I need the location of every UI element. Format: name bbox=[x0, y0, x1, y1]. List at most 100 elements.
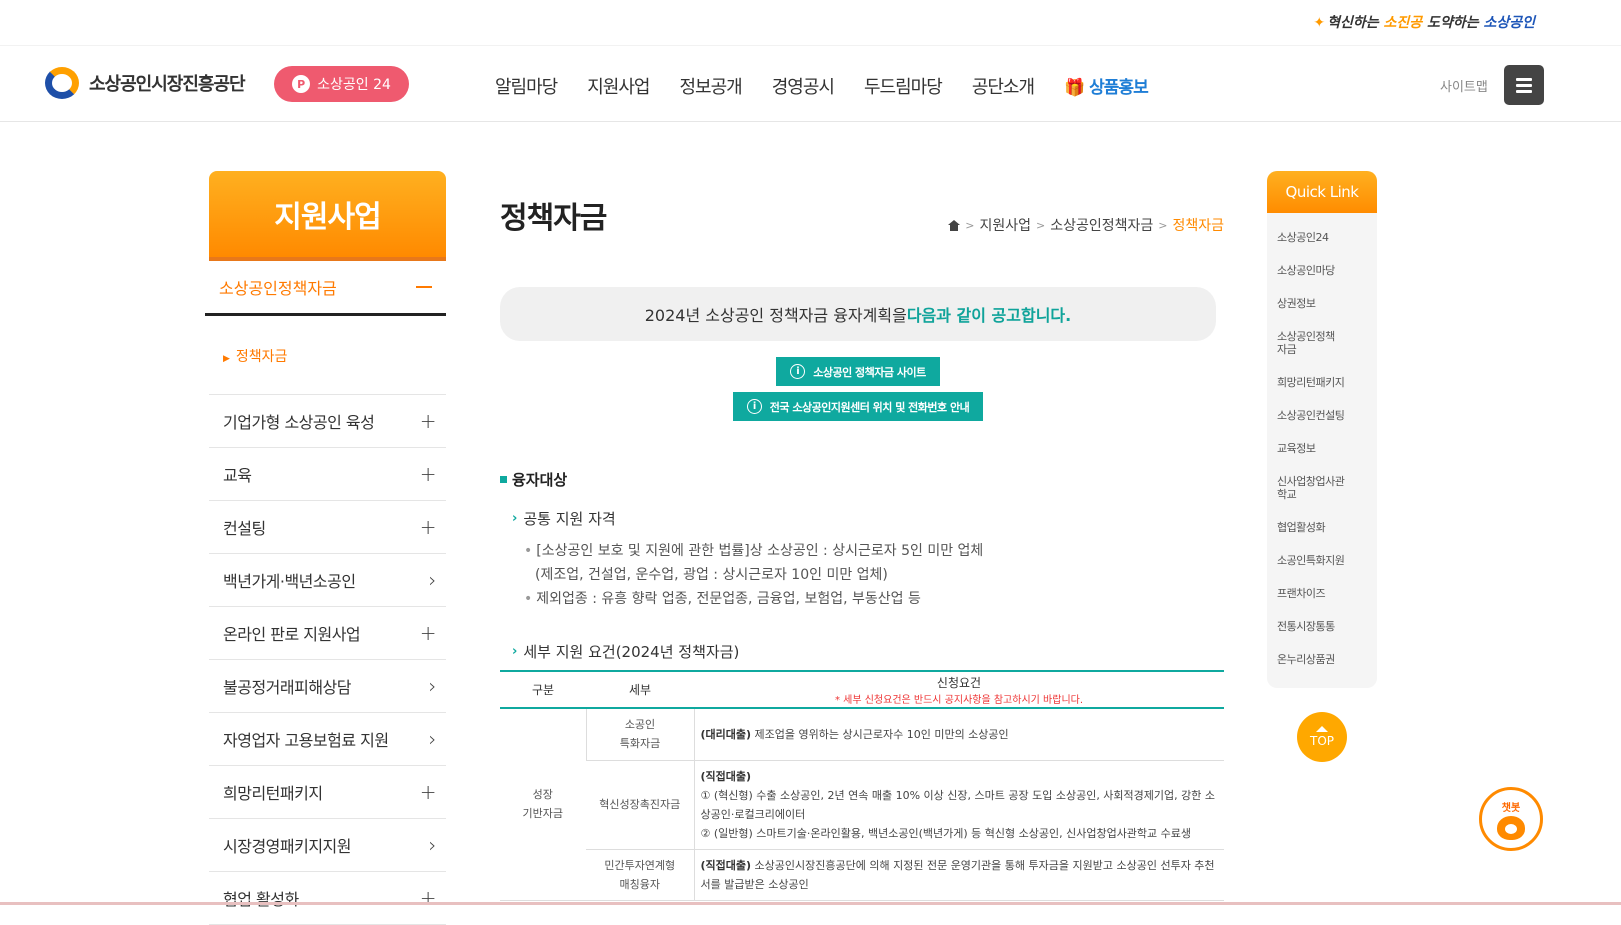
scroll-top-button[interactable]: TOP bbox=[1297, 712, 1347, 762]
bullet-cont: (제조업, 건설업, 운수업, 광업 : 상시근로자 10인 미만 업체) bbox=[535, 567, 888, 583]
sub-title-text: 공통 지원 자격 bbox=[523, 510, 616, 528]
center-location-button[interactable]: i 전국 소상공인지원센터 위치 및 전화번호 안내 bbox=[732, 392, 984, 421]
side-nav-item[interactable]: 희망리턴패키지 + bbox=[209, 766, 446, 819]
plus-icon: + bbox=[419, 462, 437, 486]
breadcrumb-item[interactable]: 소상공인정책자금 bbox=[1050, 215, 1153, 235]
notice-text: 2024년 소상공인 정책자금 융자계획을 bbox=[644, 306, 907, 325]
quick-link-item[interactable]: 상권정보 bbox=[1277, 287, 1367, 320]
table-cell-desc: (직접대출) 소상공인시장진흥공단에 의해 지정된 전문 운영기관을 통해 투자… bbox=[693, 849, 1224, 901]
desc-text: ② (일반형) 스마트기술·온라인활용, 백년소공인(백년가게) 등 혁신형 소… bbox=[700, 826, 1192, 840]
chatbot-label: 챗봇 bbox=[1501, 802, 1521, 814]
notice-banner: 2024년 소상공인 정책자금 융자계획을 다음과 같이 공고합니다. bbox=[500, 287, 1216, 341]
logo-mark-icon bbox=[43, 66, 83, 100]
chevron-right-icon: › bbox=[512, 644, 518, 659]
bullet-item: • 제외업종 : 유흥 향락 업종, 전문업종, 금융업, 보험업, 부동산업 등 bbox=[524, 591, 921, 607]
quick-link-item[interactable]: 협업활성화 bbox=[1277, 511, 1367, 544]
side-nav-item[interactable]: 협업 활성화 + bbox=[209, 872, 446, 925]
side-nav-item-label: 자영업자 고용보험료 지원 bbox=[223, 731, 389, 750]
chevron-right-icon: > bbox=[1035, 218, 1046, 232]
plus-icon: + bbox=[419, 780, 437, 804]
gift-icon: 🎁 bbox=[1064, 78, 1085, 98]
quick-link-item[interactable]: 전통시장통통 bbox=[1277, 610, 1367, 643]
desc-tag: (직접대출) bbox=[700, 769, 752, 783]
button-label: 전국 소상공인지원센터 위치 및 전화번호 안내 bbox=[769, 400, 970, 414]
quick-link-item[interactable]: 소상공인마당 bbox=[1277, 254, 1367, 287]
nav-item-promo[interactable]: 🎁 상품홍보 bbox=[1064, 73, 1149, 99]
slogan-part: 소상공인 bbox=[1483, 15, 1535, 31]
site-header: 소상공인시장진흥공단 P 소상공인 24 알림마당 지원사업 정보공개 경영공시… bbox=[0, 46, 1621, 122]
slogan-part: 혁신하는 bbox=[1327, 15, 1384, 31]
nav-item[interactable]: 경영공시 bbox=[772, 73, 835, 99]
main-content: 정책자금 > 지원사업 > 소상공인정책자금 > 정책자금 2024년 소상공인… bbox=[500, 171, 1224, 901]
slogan-part: 도약하는 bbox=[1422, 15, 1484, 31]
header-warning: * 세부 신청요건은 반드시 공지사항을 참고하시기 바랍니다. bbox=[834, 694, 1084, 706]
quick-link-item[interactable]: 소공인특화지원 bbox=[1277, 544, 1367, 577]
table-row: 민간투자연계형 매칭융자 (직접대출) 소상공인시장진흥공단에 의해 지정된 전… bbox=[500, 849, 1224, 901]
sitemap-link[interactable]: 사이트맵 bbox=[1440, 76, 1488, 95]
header-text: 신청요건 bbox=[936, 675, 982, 690]
top-bar: ✦ 혁신하는 소진공 도약하는 소상공인 bbox=[0, 0, 1621, 46]
side-nav-item[interactable]: 컨설팅 + bbox=[209, 501, 446, 554]
policy-fund-site-button[interactable]: i 소상공인 정책자금 사이트 bbox=[776, 357, 940, 386]
sos24-button[interactable]: P 소상공인 24 bbox=[274, 66, 409, 102]
quick-link-item[interactable]: 소상공인24 bbox=[1277, 221, 1367, 254]
home-icon[interactable] bbox=[948, 219, 961, 231]
side-nav-active-item[interactable]: 소상공인정책자금 bbox=[205, 261, 446, 316]
triangle-right-icon: ▶ bbox=[223, 354, 230, 364]
quick-link-title: Quick Link bbox=[1267, 171, 1377, 213]
nav-item[interactable]: 두드림마당 bbox=[864, 73, 943, 99]
promo-label: 상품홍보 bbox=[1089, 78, 1149, 98]
column-header: 세부 bbox=[586, 670, 694, 709]
site-logo[interactable]: 소상공인시장진흥공단 bbox=[43, 66, 246, 100]
side-nav-sub-label: 정책자금 bbox=[235, 349, 288, 365]
hamburger-menu-icon[interactable] bbox=[1504, 65, 1544, 105]
sub-title: › 세부 지원 요건(2024년 정책자금) bbox=[512, 641, 1224, 662]
breadcrumb-current: 정책자금 bbox=[1172, 218, 1224, 234]
top-label: TOP bbox=[1309, 734, 1334, 748]
side-nav-item[interactable]: 불공정거래피해상담 › bbox=[209, 660, 446, 713]
nav-item[interactable]: 알림마당 bbox=[495, 73, 558, 99]
chevron-right-icon: › bbox=[428, 727, 437, 751]
side-nav-item-label: 불공정거래피해상담 bbox=[223, 678, 351, 697]
desc-tag: (대리대출) bbox=[700, 727, 752, 741]
quick-link-item[interactable]: 교육정보 bbox=[1277, 432, 1367, 465]
desc-text: 제조업을 영위하는 상시근로자수 10인 미만의 소상공인 bbox=[751, 727, 1009, 741]
notice-highlight: 다음과 같이 공고합니다. bbox=[906, 306, 1072, 325]
side-nav: 지원사업 소상공인정책자금 ▶ 정책자금 기업가형 소상공인 육성 + 교육 + 컨설팅 +… bbox=[205, 171, 446, 925]
plus-icon: + bbox=[419, 621, 437, 645]
desc-text: 소상공인시장진흥공단에 의해 지정된 전문 운영기관을 통해 투자금을 지원받고… bbox=[700, 858, 1215, 891]
table-cell-name: 민간투자연계형 매칭융자 bbox=[586, 849, 694, 901]
chevron-right-icon: › bbox=[512, 511, 518, 526]
quick-link-item[interactable]: 프랜차이즈 bbox=[1277, 577, 1367, 610]
side-nav-item[interactable]: 온라인 판로 지원사업 + bbox=[209, 607, 446, 660]
side-nav-item-label: 기업가형 소상공인 육성 bbox=[223, 413, 375, 432]
quick-link-item[interactable]: 희망리턴패키지 bbox=[1277, 366, 1367, 399]
quick-link-item[interactable]: 온누리상품권 bbox=[1277, 643, 1367, 676]
section-title-text: 융자대상 bbox=[512, 471, 568, 489]
chatbot-button[interactable]: 챗봇 bbox=[1479, 787, 1543, 851]
breadcrumb-item[interactable]: 지원사업 bbox=[979, 215, 1031, 235]
quick-link-item[interactable]: 소상공인정책 자금 bbox=[1277, 320, 1367, 366]
nav-item[interactable]: 정보공개 bbox=[680, 73, 743, 99]
bullet-text: 제외업종 : 유흥 향락 업종, 전문업종, 금융업, 보험업, 부동산업 등 bbox=[536, 591, 921, 607]
table-row: 혁신성장촉진자금 (직접대출) ① (혁신형) 수출 소상공인, 2년 연속 매… bbox=[500, 760, 1224, 850]
table-row: 성장 기반자금 소공인 특화자금 (대리대출) 제조업을 영위하는 상시근로자수… bbox=[500, 708, 1224, 901]
sub-title: › 공통 지원 자격 bbox=[512, 508, 1224, 529]
quick-link-item[interactable]: 소상공인컨설팅 bbox=[1277, 399, 1367, 432]
nav-item[interactable]: 공단소개 bbox=[972, 73, 1035, 99]
side-nav-item[interactable]: 백년가게·백년소공인 › bbox=[209, 554, 446, 607]
side-nav-item[interactable]: 교육 + bbox=[209, 448, 446, 501]
side-nav-item-label: 시장경영패키지지원 bbox=[223, 837, 351, 856]
chevron-right-icon: › bbox=[428, 833, 437, 857]
breadcrumb: > 지원사업 > 소상공인정책자금 > 정책자금 bbox=[948, 215, 1224, 235]
info-icon: i bbox=[746, 399, 762, 414]
column-header: 구분 bbox=[500, 670, 586, 709]
side-nav-title: 지원사업 bbox=[209, 171, 446, 261]
chevron-right-icon: > bbox=[965, 218, 975, 232]
side-nav-item[interactable]: 시장경영패키지지원 › bbox=[209, 819, 446, 872]
side-nav-sub-item[interactable]: ▶ 정책자금 bbox=[209, 316, 446, 395]
side-nav-item[interactable]: 자영업자 고용보험료 지원 › bbox=[209, 713, 446, 766]
side-nav-item[interactable]: 기업가형 소상공인 육성 + bbox=[209, 395, 446, 448]
nav-item[interactable]: 지원사업 bbox=[587, 73, 650, 99]
quick-link-item[interactable]: 신사업창업사관 학교 bbox=[1277, 465, 1367, 511]
